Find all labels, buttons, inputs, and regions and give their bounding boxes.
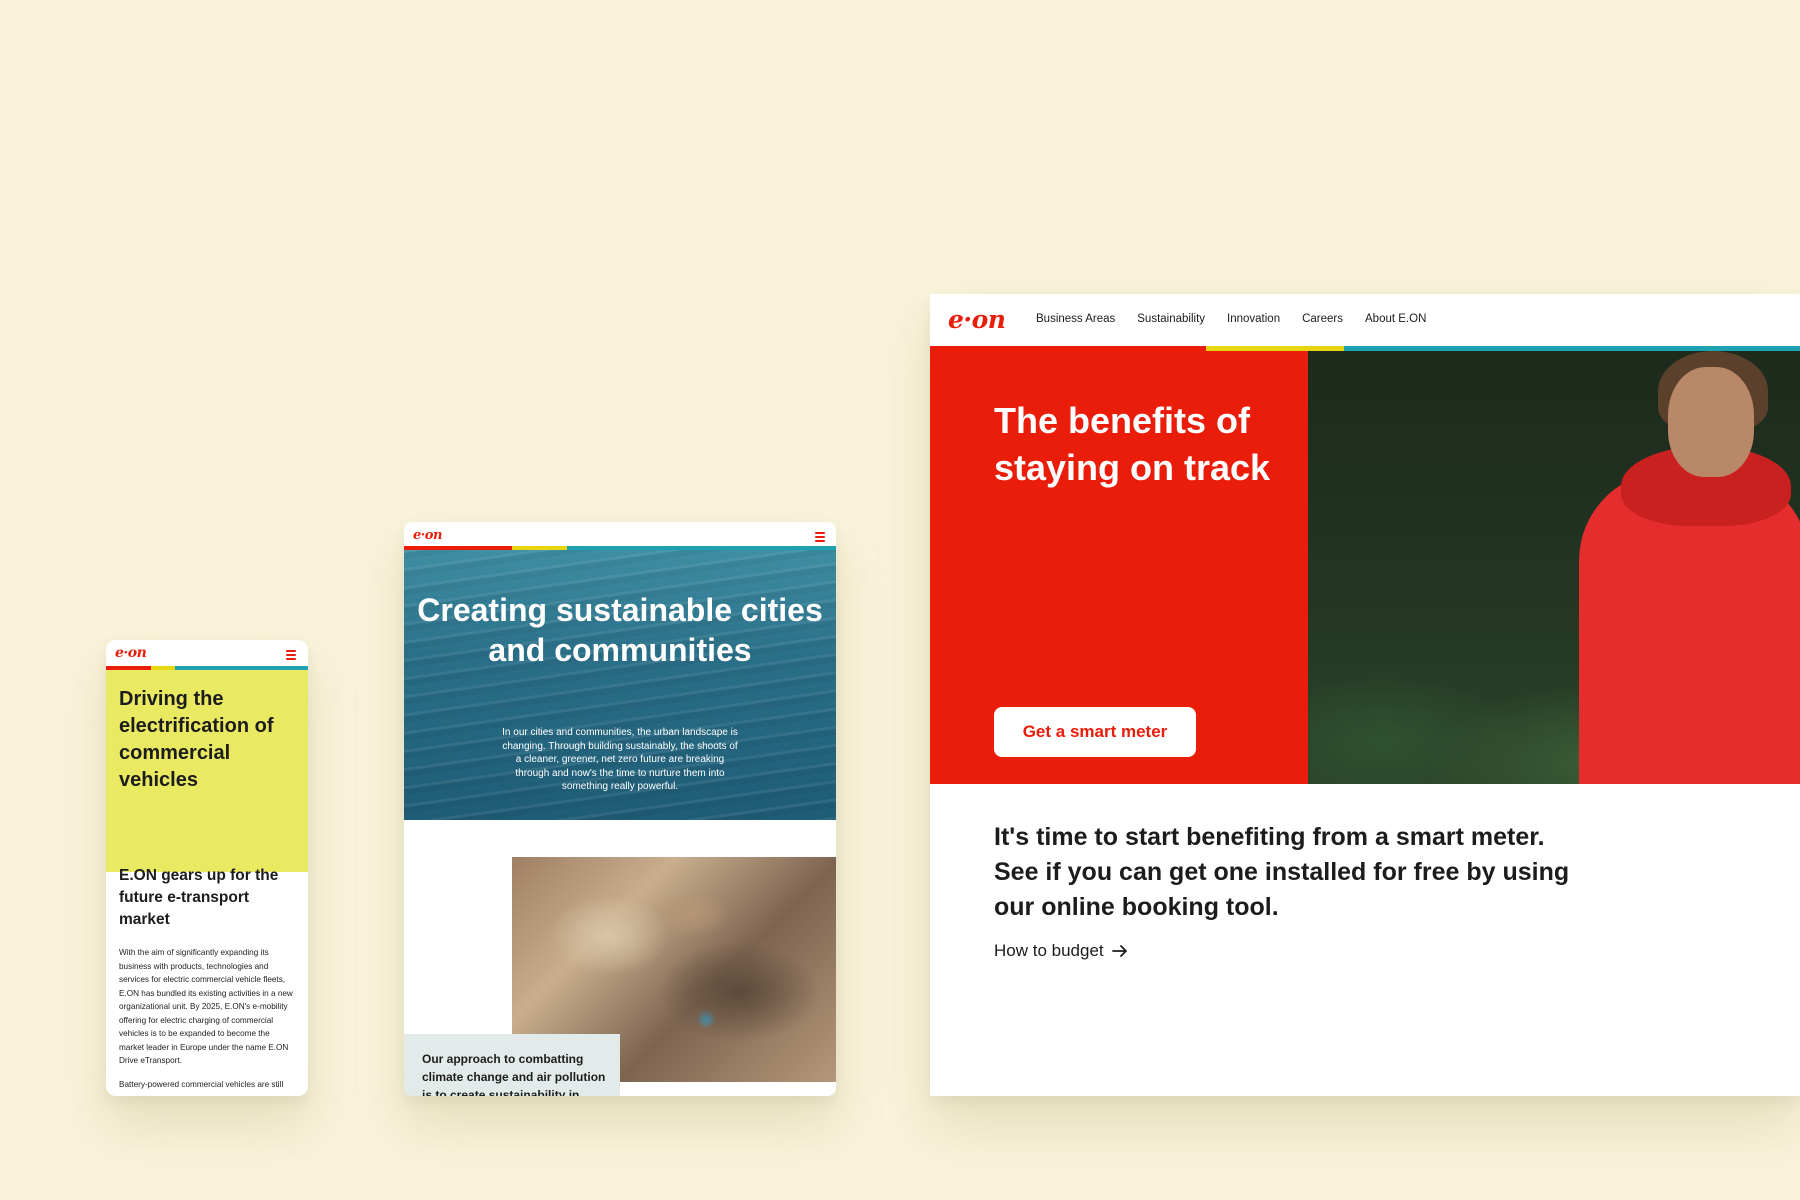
eon-logo[interactable]: e·on: [413, 529, 442, 542]
hero-photo-man-red-jacket: [1308, 351, 1800, 784]
nav-item-about[interactable]: About E.ON: [1365, 313, 1426, 325]
how-to-budget-link[interactable]: How to budget: [994, 941, 1128, 961]
person-figure: [1573, 351, 1800, 784]
hamburger-icon[interactable]: [815, 532, 825, 544]
get-smart-meter-button[interactable]: Get a smart meter: [994, 707, 1196, 757]
water-hero-image: Creating sustainable cities and communit…: [404, 550, 836, 820]
mobile-hero: Driving the electrification of commercia…: [106, 670, 308, 872]
tablet-hero-text: In our cities and communities, the urban…: [502, 727, 738, 792]
hamburger-icon[interactable]: [286, 650, 296, 662]
tablet-hero-title: Creating sustainable cities and communit…: [417, 592, 823, 668]
nav-item-business-areas[interactable]: Business Areas: [1036, 313, 1115, 325]
mobile-mockup: e·on Driving the electrification of comm…: [106, 640, 308, 1096]
eon-logo[interactable]: e·on: [115, 646, 147, 660]
tablet-mockup: e·on Creating sustainable cities and com…: [404, 522, 836, 1096]
lead-paragraph: It's time to start benefiting from a sma…: [994, 823, 1570, 921]
link-label: How to budget: [994, 941, 1104, 960]
quote-text: Our approach to combatting climate chang…: [422, 1052, 606, 1096]
nav-menu: Business Areas Sustainability Innovation…: [1036, 313, 1448, 325]
nav-item-careers[interactable]: Careers: [1302, 313, 1343, 325]
mobile-hero-title: Driving the electrification of commercia…: [119, 688, 274, 791]
mobile-article-paragraph: With the aim of significantly expanding …: [119, 948, 293, 1065]
eon-logo[interactable]: e·on: [948, 307, 1006, 332]
nav-item-sustainability[interactable]: Sustainability: [1137, 313, 1205, 325]
mobile-article-paragraph-2: Battery-powered commercial vehicles are …: [119, 1080, 284, 1089]
nav-item-innovation[interactable]: Innovation: [1227, 313, 1280, 325]
mobile-article-title: E.ON gears up for the future e-transport…: [119, 867, 279, 928]
quote-card[interactable]: Our approach to combatting climate chang…: [404, 1034, 620, 1096]
arrow-right-icon: [1111, 945, 1127, 957]
content-section: It's time to start benefiting from a sma…: [930, 784, 1800, 1096]
desktop-mockup: e·on Business Areas Sustainability Innov…: [930, 294, 1800, 1096]
hero-panel: The benefits of staying on track Get a s…: [930, 351, 1308, 784]
top-navigation: e·on Business Areas Sustainability Innov…: [930, 294, 1800, 346]
desktop-hero-title: The benefits of staying on track: [994, 400, 1271, 488]
